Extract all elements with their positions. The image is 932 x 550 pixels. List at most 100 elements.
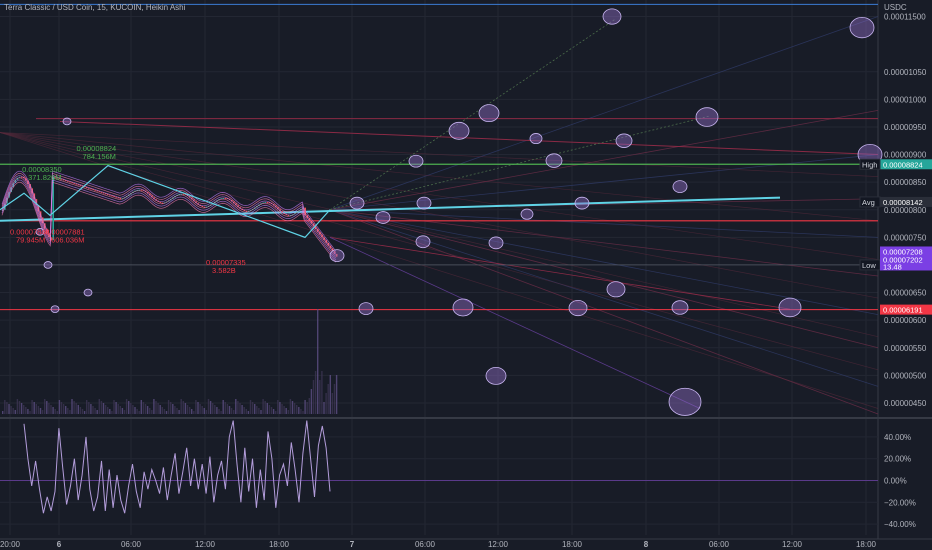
price-tick-label: 0.00000600 [884, 316, 927, 325]
volume-bar [310, 389, 313, 414]
volume-bar [44, 399, 46, 414]
annotation-volume: 784.156M [83, 152, 116, 161]
volume-bar [201, 406, 203, 414]
volume-bar [262, 399, 264, 414]
volume-bar [199, 404, 201, 414]
volume-bar [230, 408, 233, 414]
price-tick-label: 0.00000950 [884, 123, 927, 132]
volume-bar [216, 407, 218, 414]
volume-bar [83, 411, 86, 414]
volume-bar [130, 403, 132, 414]
volume-bar [39, 408, 42, 414]
price-chart[interactable]: 0.00008824784.156M0.00008350371.826M0.00… [0, 0, 932, 550]
volume-bar [163, 409, 166, 414]
volume-bar [329, 375, 331, 414]
volume-bar [81, 409, 84, 414]
volume-bar [88, 402, 90, 414]
volume-bar [314, 371, 317, 414]
volume-bar [214, 405, 216, 414]
price-tick-label: 0.00000550 [884, 344, 927, 353]
currency-label: USDC [884, 3, 907, 12]
marker-circle [849, 17, 875, 39]
volume-bar [149, 408, 151, 414]
volume-bar [233, 410, 235, 414]
candle [287, 214, 290, 216]
time-tick-label: 18:00 [269, 540, 290, 549]
candle [119, 198, 122, 200]
volume-bar [335, 375, 338, 414]
volume-bar [277, 400, 279, 414]
volume-bar [27, 409, 29, 414]
volume-bar [20, 403, 23, 414]
annotation-volume: 371.826M [28, 173, 61, 182]
volume-bar [58, 400, 61, 414]
volume-bar [289, 399, 292, 414]
volume-bar [220, 411, 222, 414]
volume-bar [100, 401, 103, 414]
marker-circle [615, 133, 633, 148]
volume-bar [312, 380, 315, 414]
volume-bar [325, 393, 327, 414]
volume-bar [266, 403, 268, 414]
chart-root: 0.00008824 784.156M 0.00008350 371.826M 0.00… [0, 0, 932, 550]
candle [159, 201, 162, 203]
volume-bar [172, 404, 174, 414]
volume-bar [180, 399, 182, 414]
volume-bar [62, 404, 65, 414]
marker-circle [415, 235, 431, 249]
volume-bar [293, 403, 296, 414]
volume-bar [161, 407, 163, 414]
volume-bar [71, 399, 73, 414]
candle [201, 205, 204, 207]
volume-bar [331, 393, 334, 414]
osc-tick-label: 0.00% [884, 477, 907, 486]
high-level-value: 0.00008824 [883, 160, 923, 169]
volume-bar [60, 402, 63, 414]
volume-bar [132, 405, 134, 414]
volume-bar [157, 403, 159, 414]
red-level-value: 0.00006191 [883, 306, 923, 315]
volume-bar [251, 402, 254, 414]
candle [182, 193, 185, 195]
volume-bar [109, 409, 111, 414]
volume-bar [155, 401, 157, 414]
current-price-3: 13.48 [883, 262, 902, 271]
price-tick-label: 0.00000750 [884, 233, 927, 242]
volume-bar [23, 405, 25, 414]
volume-bar [96, 410, 98, 414]
marker-circle [416, 196, 432, 210]
volume-bar [241, 405, 243, 414]
volume-bar [46, 401, 48, 414]
marker-circle [606, 281, 626, 298]
volume-bar [283, 406, 285, 414]
volume-bar [239, 403, 241, 414]
price-tick-label: 0.00001000 [884, 95, 927, 104]
volume-bar [182, 401, 184, 414]
volume-bar [18, 401, 21, 414]
volume-bar [296, 405, 298, 414]
volume-bar [304, 400, 306, 414]
avg-level-value: 0.00008142 [883, 198, 923, 207]
osc-tick-label: −40.00% [884, 520, 916, 529]
marker-circle [574, 196, 590, 210]
time-tick-label: 20:00 [0, 540, 21, 549]
volume-bar [41, 410, 44, 414]
candle [224, 197, 227, 199]
osc-tick-label: −20.00% [884, 498, 916, 507]
volume-bar [104, 405, 107, 414]
volume-bar [254, 404, 256, 414]
volume-bar [226, 404, 229, 414]
volume-bar [203, 408, 205, 414]
low-label-text: Low [862, 261, 876, 270]
volume-bar [308, 398, 310, 414]
volume-bar [275, 411, 277, 414]
volume-bar [29, 411, 31, 414]
volume-bar [193, 411, 195, 414]
volume-bar [285, 408, 287, 414]
volume-bar [258, 408, 260, 414]
volume-bar [77, 405, 79, 414]
candle [266, 202, 269, 204]
volume-bar [212, 403, 214, 414]
volume-bar [56, 411, 58, 414]
marker-circle [485, 367, 507, 385]
